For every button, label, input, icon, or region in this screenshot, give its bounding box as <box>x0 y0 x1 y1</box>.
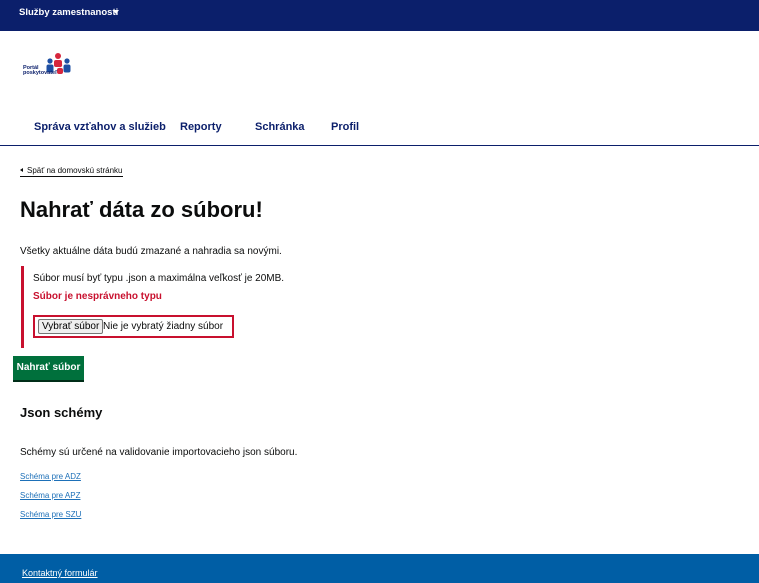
nav-item-inbox[interactable]: Schránka <box>255 121 305 133</box>
file-input[interactable]: Vybrať súbor Nie je vybratý žiadny súbor <box>33 315 234 338</box>
scheme-link-adz[interactable]: Schéma pre ADZ <box>20 472 81 481</box>
back-link-label: Späť na domovskú stránku <box>27 166 123 175</box>
lead-text: Všetky aktuálne dáta budú zmazané a nahr… <box>20 246 282 257</box>
back-link[interactable]: Späť na domovskú stránku <box>20 166 123 177</box>
top-service-bar: Služby zamestnanosti <box>0 0 759 31</box>
file-upload-error-group: Súbor musí byť typu .json a maximálna ve… <box>21 266 284 348</box>
choose-file-button[interactable]: Vybrať súbor <box>38 319 104 334</box>
logo-text-line2: poskytovateľ <box>23 70 58 76</box>
portal-logo[interactable]: Portál poskytovateľ <box>23 53 87 79</box>
contact-form-link[interactable]: Kontaktný formulár <box>22 568 98 578</box>
services-menu-button[interactable]: Služby zamestnanosti <box>19 7 118 18</box>
scheme-link-apz[interactable]: Schéma pre APZ <box>20 491 80 500</box>
no-file-text: Nie je vybratý žiadny súbor <box>103 321 224 332</box>
schemes-heading: Json schémy <box>20 405 103 420</box>
page-title: Nahrať dáta zo súboru! <box>20 197 263 222</box>
chevron-left-icon <box>20 168 23 172</box>
nav-item-relationships[interactable]: Správa vzťahov a služieb <box>34 121 166 133</box>
file-error-message: Súbor je nesprávneho typu <box>33 291 162 302</box>
file-hint: Súbor musí byť typu .json a maximálna ve… <box>33 273 285 284</box>
chevron-down-icon[interactable] <box>113 10 119 14</box>
main-navigation: Správa vzťahov a služieb Reporty Schránk… <box>0 121 759 146</box>
scheme-link-szu[interactable]: Schéma pre SZU <box>20 510 81 519</box>
nav-item-profile[interactable]: Profil <box>331 121 359 133</box>
upload-file-button[interactable]: Nahrať súbor <box>13 356 84 380</box>
schemes-description: Schémy sú určené na validovanie importov… <box>20 447 298 458</box>
nav-item-reports[interactable]: Reporty <box>180 121 222 133</box>
footer: Kontaktný formulár <box>0 554 759 583</box>
